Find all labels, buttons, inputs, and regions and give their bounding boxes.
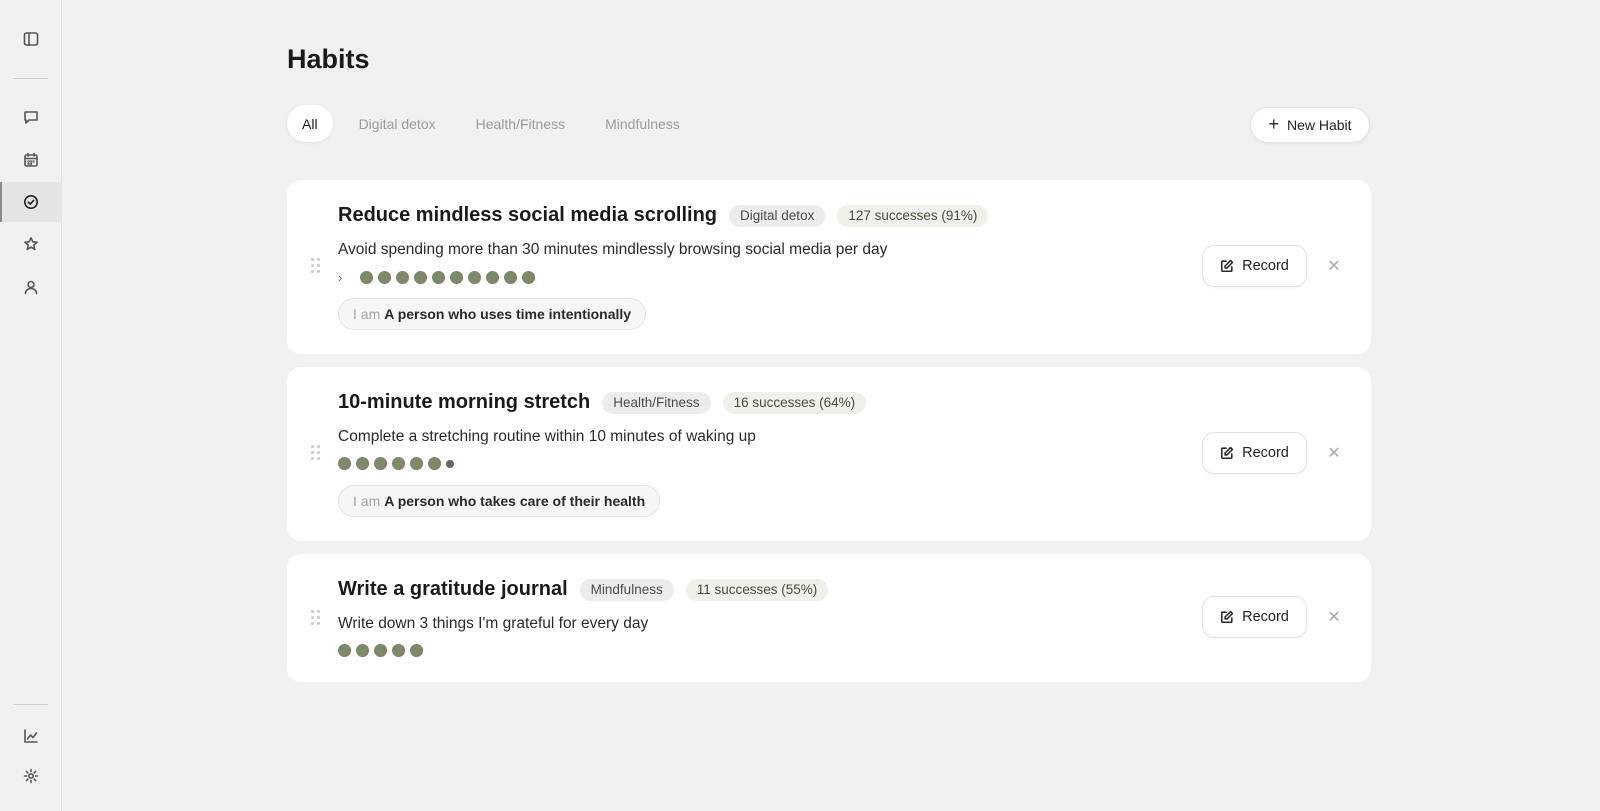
streak-dot	[486, 271, 499, 284]
tab-mindfulness[interactable]: Mindfulness	[582, 105, 703, 142]
habit-title-row: Reduce mindless social media scrolling D…	[338, 204, 989, 227]
edit-icon	[1221, 446, 1234, 460]
close-icon: ✕	[1327, 609, 1341, 626]
category-badge: Mindfulness	[579, 578, 674, 601]
identity-prefix: I am	[353, 306, 381, 322]
success-badge: 16 successes (64%)	[722, 391, 867, 414]
sidebar-item-favorites[interactable]	[0, 224, 61, 264]
sidebar-divider	[13, 704, 48, 705]
habit-title: Reduce mindless social media scrolling	[338, 204, 718, 226]
line-chart-icon	[23, 729, 38, 743]
edit-icon	[1221, 610, 1234, 624]
streak-dot	[392, 457, 405, 470]
star-icon	[23, 237, 38, 251]
record-button[interactable]: Record	[1202, 596, 1307, 638]
streak-dot	[374, 457, 387, 470]
sidebar-item-settings[interactable]	[0, 756, 61, 796]
identity-statement: I am A person who takes care of their he…	[338, 485, 661, 517]
category-tabs: All Digital detox Health/Fitness Mindful…	[287, 105, 703, 142]
streak-dots	[338, 644, 423, 657]
habit-card: Write a gratitude journal Mindfulness 11…	[287, 554, 1371, 682]
sidebar-panel-icon	[23, 32, 38, 46]
success-badge: 127 successes (91%)	[837, 204, 989, 227]
drag-handle-icon[interactable]	[311, 610, 321, 626]
record-label: Record	[1242, 609, 1289, 625]
streak-dot	[414, 271, 427, 284]
delete-habit-button[interactable]: ✕	[1324, 256, 1344, 276]
record-label: Record	[1242, 258, 1289, 274]
habit-title-row: 10-minute morning stretch Health/Fitness…	[338, 391, 867, 414]
streak-dot	[522, 271, 535, 284]
category-badge: Digital detox	[729, 204, 826, 227]
streak-dot	[360, 271, 373, 284]
streak-dot	[396, 271, 409, 284]
page-title: Habits	[287, 44, 370, 74]
record-button[interactable]: Record	[1202, 245, 1307, 287]
streak-dot	[356, 457, 369, 470]
habit-description: Avoid spending more than 30 minutes mind…	[338, 241, 888, 258]
tab-digital-detox[interactable]: Digital detox	[336, 105, 459, 142]
sidebar-item-calendar[interactable]	[0, 140, 61, 180]
success-badge: 11 successes (55%)	[685, 578, 829, 601]
user-icon	[24, 280, 37, 295]
streak-dot	[374, 644, 387, 657]
streak-dot	[338, 644, 351, 657]
habit-card: 10-minute morning stretch Health/Fitness…	[287, 367, 1371, 541]
sidebar-item-stats[interactable]	[0, 716, 61, 756]
plus-icon: +	[1268, 114, 1279, 134]
streak-dot	[428, 457, 441, 470]
streak-dot	[338, 457, 351, 470]
streak-dot	[356, 644, 369, 657]
identity-value: A person who takes care of their health	[384, 493, 646, 509]
streak-dot	[450, 271, 463, 284]
delete-habit-button[interactable]: ✕	[1324, 607, 1344, 627]
sidebar-toggle[interactable]	[0, 19, 61, 59]
drag-handle-icon[interactable]	[311, 258, 321, 274]
tab-all[interactable]: All	[287, 105, 333, 142]
habit-title: Write a gratitude journal	[338, 578, 568, 600]
close-icon: ✕	[1327, 445, 1341, 462]
streak-dot	[468, 271, 481, 284]
new-habit-label: New Habit	[1286, 117, 1352, 133]
streak-dot	[410, 644, 423, 657]
gear-icon	[23, 768, 38, 784]
record-button[interactable]: Record	[1202, 432, 1307, 474]
habit-title-row: Write a gratitude journal Mindfulness 11…	[338, 578, 829, 601]
streak-dot-today	[446, 459, 454, 468]
sidebar	[0, 0, 62, 811]
streak-dot	[432, 271, 445, 284]
tab-health-fitness[interactable]: Health/Fitness	[453, 105, 588, 142]
chat-bubble-icon	[23, 111, 38, 124]
chevron-right-icon[interactable]: ›	[338, 270, 353, 285]
identity-prefix: I am	[353, 493, 381, 509]
category-badge: Health/Fitness	[602, 391, 711, 414]
habit-title: 10-minute morning stretch	[338, 391, 591, 413]
calendar-icon	[23, 152, 38, 167]
streak-dot	[504, 271, 517, 284]
habit-description: Complete a stretching routine within 10 …	[338, 428, 756, 445]
streak-dot	[378, 271, 391, 284]
new-habit-button[interactable]: + New Habit	[1250, 107, 1370, 143]
record-label: Record	[1242, 445, 1289, 461]
close-icon: ✕	[1327, 258, 1341, 275]
identity-value: A person who uses time intentionally	[384, 306, 632, 322]
identity-statement: I am A person who uses time intentionall…	[338, 298, 647, 330]
streak-dot	[410, 457, 423, 470]
sidebar-item-chat[interactable]	[0, 97, 61, 137]
check-circle-icon	[23, 195, 38, 209]
streak-dots: ›	[338, 270, 535, 285]
sidebar-item-profile[interactable]	[0, 267, 61, 307]
streak-dots	[338, 457, 454, 470]
habit-card: Reduce mindless social media scrolling D…	[287, 180, 1371, 354]
sidebar-item-habits[interactable]	[0, 182, 61, 222]
streak-dot	[392, 644, 405, 657]
edit-icon	[1221, 259, 1234, 273]
delete-habit-button[interactable]: ✕	[1324, 443, 1344, 463]
sidebar-divider	[13, 78, 48, 79]
drag-handle-icon[interactable]	[311, 445, 321, 461]
habit-description: Write down 3 things I'm grateful for eve…	[338, 615, 649, 632]
